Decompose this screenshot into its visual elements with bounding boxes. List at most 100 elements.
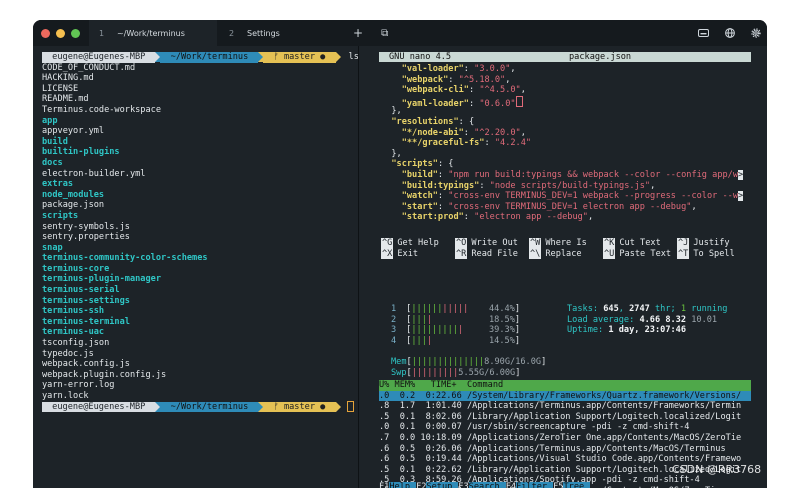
nano-token (381, 128, 402, 138)
nano-line: "webpack": "^5.18.0", (381, 75, 743, 86)
nano-shortcut[interactable]: ^X Exit (381, 248, 455, 260)
fkey-name: F4 (505, 482, 517, 488)
nano-token: "start:prod" (401, 212, 464, 223)
cpu-id: 2 (391, 314, 397, 325)
split-icon[interactable]: ⧉ (381, 28, 388, 39)
nano-token (381, 138, 402, 148)
watermark-text: CSDN @RR3768 (672, 463, 762, 476)
nano-token: "val-loader" (401, 64, 464, 74)
keyboard-icon[interactable] (698, 29, 709, 37)
fkey-label: Setup (426, 482, 459, 488)
gear-icon[interactable] (751, 28, 761, 38)
nano-token (381, 85, 402, 95)
htop-fkey[interactable]: F1Help (379, 482, 417, 488)
nano-token: , (587, 212, 594, 223)
fkey-name: F5 (553, 482, 564, 488)
htop-fkey[interactable]: F4Filter (505, 482, 554, 488)
nano-token: : (463, 212, 475, 223)
nano-token: : (468, 85, 480, 96)
nano-shortcut[interactable]: ^K Cut Text (603, 238, 677, 249)
process-row[interactable]: .0 0.1 0:00.07 /usr/sbin/screencapture -… (379, 422, 751, 433)
process-table-header[interactable]: U% MEM% TIME+ Command (379, 380, 751, 391)
cpu-percent: 18.5% (489, 314, 515, 325)
ls-entry: terminus-terminal (42, 316, 130, 327)
nano-line: "resolutions": { (381, 117, 743, 128)
nano-shortcut-row: ^G Get Help ^O Write Out ^W Where Is ^K Cut Tex… (381, 238, 751, 249)
left-terminal-pane[interactable]: eugene@Eugenes-MBP ~/Work/terminus ᚠ mas… (33, 46, 359, 488)
nano-filename: package.json (569, 52, 632, 62)
nano-shortcut[interactable]: ^R Read File (455, 248, 529, 260)
nano-line: "*/node-abi": "^2.20.0", (381, 128, 743, 139)
nano-shortcut-row: ^X Exit ^R Read File ^\ Replace ^U Paste Text ^T… (381, 248, 751, 260)
nano-buffer[interactable]: "val-loader": "3.0.0", "webpack": "^5.18… (381, 64, 744, 223)
uptime-line: Uptime: 1 day, 23:07:46 (567, 325, 687, 336)
process-row[interactable]: .7 0.0 10:18.09 /Applications/ZeroTier O… (379, 433, 751, 444)
htop-fkey[interactable]: F5Tree (553, 482, 591, 488)
process-row[interactable]: .8 1.7 1:01.40 /Applications/Terminus.ap… (379, 401, 751, 412)
process-row[interactable]: .6 0.5 0:26.06 /Applications/Terminus.ap… (379, 444, 751, 455)
nano-token (381, 191, 402, 201)
nano-version: GNU nano 4.5 (389, 52, 452, 62)
shortcut-label: Exit (397, 248, 419, 259)
nano-token: "^4.5.0" (479, 85, 521, 96)
ls-entry: yarn.lock (42, 391, 89, 401)
nano-token: "3.0.0" (474, 64, 511, 74)
nano-line: "webpack-cli": "^4.5.0", (381, 85, 743, 96)
shell-prompt[interactable]: eugene@Eugenes-MBP ~/Work/terminus ᚠ mas… (42, 401, 359, 413)
htop-function-keys: F1Help F2Setup F3Search F4Filter F5Tree (379, 482, 591, 488)
nano-token: > (738, 169, 744, 180)
nano-shortcut[interactable]: ^J Justify (677, 238, 751, 249)
htop-fkey[interactable]: F3Search (458, 482, 506, 488)
minimize-window-button[interactable] (56, 28, 65, 38)
nano-shortcut[interactable]: ^O Write Out (455, 238, 529, 249)
tab-settings[interactable]: 2 Settings (217, 20, 347, 46)
ls-entry: docs (42, 157, 63, 168)
shortcut-key: ^J (677, 238, 690, 249)
close-window-button[interactable] (41, 28, 50, 38)
nano-token: , (691, 201, 697, 212)
ls-entry: sentry.properties (42, 232, 130, 243)
nano-token (381, 64, 402, 74)
htop-fkey[interactable]: F2Setup (416, 482, 459, 488)
title-bar: 1 ~/Work/terminus 2 Settings + ⧉ (33, 20, 767, 46)
nano-shortcut[interactable]: ^G Get Help (381, 238, 455, 249)
prompt-path: ~/Work/terminus (160, 52, 259, 63)
shortcut-label: Justify (693, 238, 730, 248)
process-row[interactable]: .0 0.2 0:22.66 /System/Library/Framework… (379, 390, 751, 402)
nano-token: : (484, 138, 495, 149)
nano-token: : (463, 127, 475, 138)
fkey-name: F3 (458, 482, 469, 488)
shortcut-label: Read File (471, 248, 518, 259)
ls-entry: Terminus.code-workspace (42, 104, 161, 115)
process-row[interactable]: .5 0.1 8:02.06 /Library/Application Supp… (379, 412, 751, 423)
new-tab-button[interactable]: + (353, 26, 363, 40)
nano-token (381, 202, 402, 212)
ls-entry: yarn-error.log (42, 380, 115, 391)
nano-token: : (437, 201, 449, 212)
cpu-bar: ||||| (442, 304, 469, 314)
ls-entry: builtin-plugins (42, 147, 120, 158)
nano-shortcut[interactable]: ^\ Replace (529, 248, 603, 260)
maximize-window-button[interactable] (71, 28, 80, 38)
nano-shortcut[interactable]: ^U Paste Text (603, 248, 677, 260)
cpu-bar: |||||| (411, 304, 443, 314)
cpu-meter: 2 [||| | 18.5%] (391, 314, 521, 325)
nano-token: : { (437, 159, 454, 170)
nano-token: "scripts" (391, 159, 438, 170)
nano-token: "electron app --debug" (474, 212, 588, 223)
nano-line: "watch": "cross-env TERMINUS_DEV=1 webpa… (381, 191, 744, 202)
nano-shortcut[interactable]: ^T To Spell (677, 248, 751, 260)
shortcut-label: Replace (545, 248, 582, 259)
nano-shortcut[interactable]: ^W Where Is (529, 238, 603, 249)
ls-entry: terminus-serial (42, 285, 120, 296)
nano-token (381, 75, 402, 85)
fkey-label: Tree (563, 482, 591, 488)
tab-terminus[interactable]: 1 ~/Work/terminus (89, 20, 217, 46)
shortcut-key: ^W (529, 238, 542, 249)
ls-entry: terminus-community-color-schemes (42, 253, 208, 264)
globe-icon[interactable] (725, 28, 735, 38)
nano-token (381, 181, 402, 191)
right-terminal-pane[interactable]: GNU nano 4.5 package.json "val-loader": … (359, 46, 767, 488)
nano-token: > (738, 191, 744, 202)
tab-number: 2 (229, 28, 235, 38)
